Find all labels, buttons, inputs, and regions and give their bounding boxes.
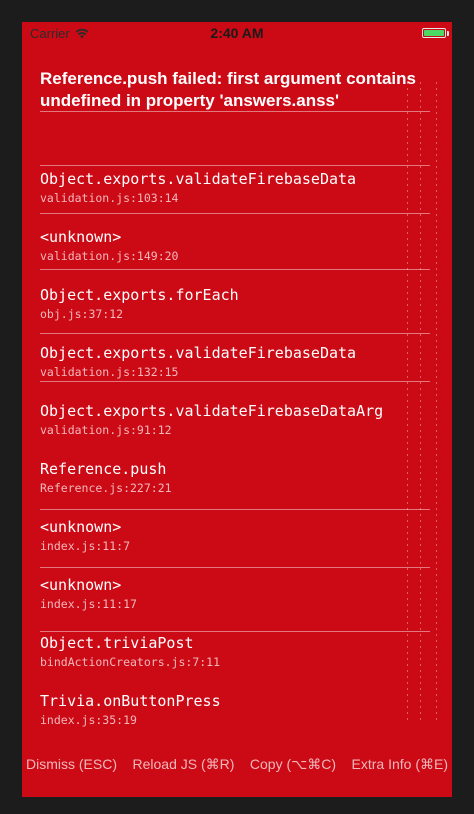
frame-location: index.js:11:7 <box>40 539 131 553</box>
frame-method: Object.triviaPost <box>40 634 194 652</box>
stack-frame[interactable]: <unknown> index.js:11:17 <box>40 575 440 623</box>
overlay-line <box>40 631 430 632</box>
stack-frame[interactable]: Object.exports.validateFirebaseData vali… <box>40 169 440 217</box>
stack-frame[interactable]: Object.triviaPost bindActionCreators.js:… <box>40 633 440 681</box>
extra-info-button[interactable]: Extra Info (⌘E) <box>352 756 448 773</box>
frame-method: Reference.push <box>40 460 167 478</box>
stack-frame[interactable]: Object.exports.validateFirebaseData vali… <box>40 343 440 391</box>
frame-location: validation.js:103:14 <box>40 191 179 205</box>
frame-location: validation.js:149:20 <box>40 249 179 263</box>
copy-button[interactable]: Copy (⌥⌘C) <box>250 756 336 773</box>
battery-level <box>424 30 444 36</box>
frame-method: Trivia.onButtonPress <box>40 692 221 710</box>
frame-method: Object.exports.validateFirebaseData <box>40 170 357 188</box>
frame-location: bindActionCreators.js:7:11 <box>40 655 221 669</box>
frame-method: <unknown> <box>40 576 122 594</box>
stack-frame[interactable]: <unknown> index.js:11:7 <box>40 517 440 565</box>
frame-location: Reference.js:227:21 <box>40 481 172 495</box>
frame-method: Object.exports.forEach <box>40 286 239 304</box>
stack-frame[interactable]: Object.exports.validateFirebaseDataArg v… <box>40 401 440 449</box>
overlay-line <box>40 333 430 334</box>
battery-tip <box>447 31 449 36</box>
battery-icon <box>422 28 446 38</box>
frame-location: validation.js:132:15 <box>40 365 179 379</box>
frame-location: validation.js:91:12 <box>40 423 172 437</box>
overlay-line <box>40 509 430 510</box>
stack-frame[interactable]: <unknown> validation.js:149:20 <box>40 227 440 275</box>
status-time: 2:40 AM <box>210 25 264 41</box>
frame-method: <unknown> <box>40 228 122 246</box>
frame-location: index.js:11:17 <box>40 597 137 611</box>
frame-method: Object.exports.validateFirebaseDataArg <box>40 402 384 420</box>
frame-method: <unknown> <box>40 518 122 536</box>
reload-button[interactable]: Reload JS (⌘R) <box>132 756 234 773</box>
frame-location: index.js:35:19 <box>40 713 137 727</box>
frame-method: Object.exports.validateFirebaseData <box>40 344 357 362</box>
overlay-line <box>40 165 430 166</box>
status-bar: Carrier 2:40 AM <box>22 22 452 44</box>
dismiss-button[interactable]: Dismiss (ESC) <box>26 756 117 772</box>
stack-frame[interactable]: Object.exports.forEach obj.js:37:12 <box>40 285 440 333</box>
frame-location: obj.js:37:12 <box>40 307 124 321</box>
error-message: Reference.push failed: first argument co… <box>40 69 416 110</box>
stack-frame[interactable]: Reference.push Reference.js:227:21 <box>40 459 440 507</box>
action-bar: Dismiss (ESC) Reload JS (⌘R) Copy (⌥⌘C) … <box>22 748 452 780</box>
stack-frame[interactable]: Trivia.onButtonPress index.js:35:19 <box>40 691 440 739</box>
redbox-error-screen: Carrier 2:40 AM Reference.push failed: f… <box>22 22 452 797</box>
overlay-line <box>40 567 430 568</box>
